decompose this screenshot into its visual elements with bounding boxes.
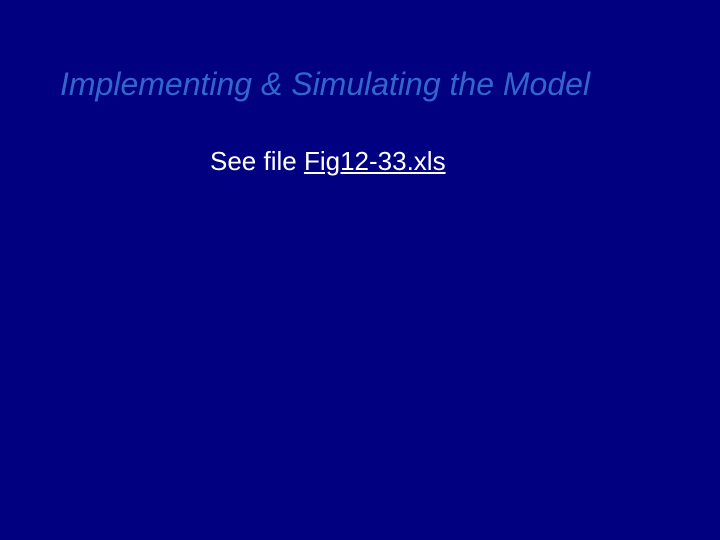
slide: Implementing & Simulating the Model See … [0,0,720,540]
slide-body: See file Fig12-33.xls [210,146,446,177]
file-link[interactable]: Fig12-33.xls [304,146,446,176]
slide-title: Implementing & Simulating the Model [60,66,590,103]
body-prefix: See file [210,146,304,176]
